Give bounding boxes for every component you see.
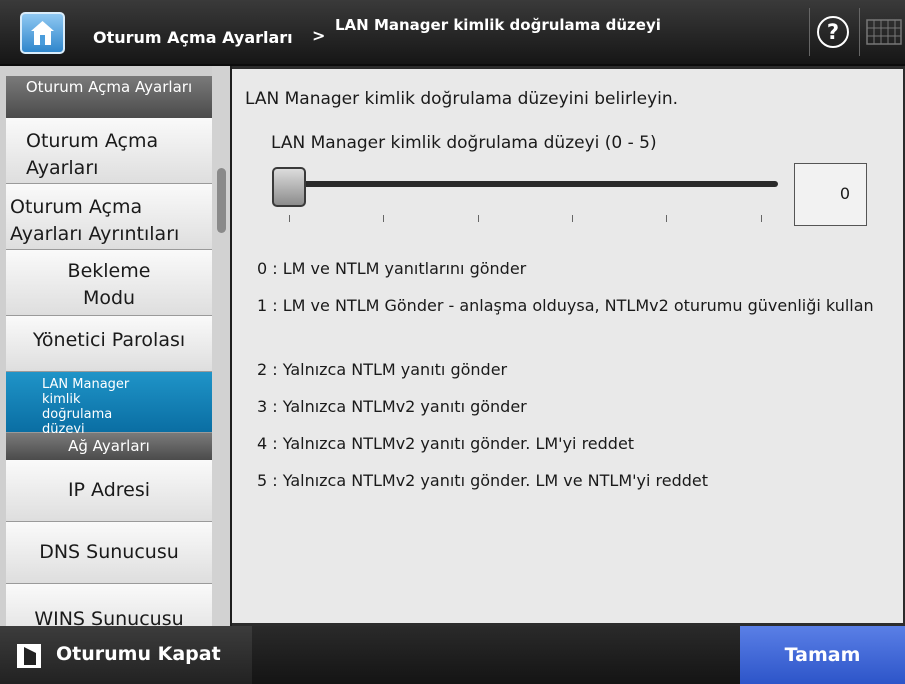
sidebar-item-logon-settings[interactable]: Oturum Açma Ayarları: [6, 118, 212, 184]
sidebar-item-label: IP Adresi: [67, 479, 151, 501]
help-button[interactable]: ?: [817, 16, 849, 48]
logout-button[interactable]: Oturumu Kapat: [0, 626, 252, 684]
header-bar: Oturum Açma Ayarları > LAN Manager kimli…: [0, 0, 905, 66]
sidebar-item-label: LAN Manager kimlik doğrulama düzeyi: [42, 377, 130, 437]
page-title: LAN Manager kimlik doğrulama düzeyi: [335, 16, 661, 34]
level-slider-thumb[interactable]: [272, 167, 306, 207]
option-level-0: 0 : LM ve NTLM yanıtlarını gönder: [257, 259, 527, 278]
breadcrumb-parent[interactable]: Oturum Açma Ayarları: [93, 28, 293, 47]
sidebar-item-dns-server[interactable]: DNS Sunucusu: [6, 522, 212, 584]
keyboard-icon[interactable]: [866, 19, 902, 45]
level-value-field[interactable]: 0: [794, 163, 867, 226]
logout-label: Oturumu Kapat: [56, 643, 221, 665]
sidebar-item-standby-mode[interactable]: Bekleme Modu: [6, 250, 212, 316]
settings-sidebar: Oturum Açma Ayarları Oturum Açma Ayarlar…: [0, 66, 230, 626]
option-level-4: 4 : Yalnızca NTLMv2 yanıtı gönder. LM'yi…: [257, 434, 635, 453]
sidebar-item-label: Bekleme Modu: [67, 260, 151, 309]
logout-icon: [17, 644, 41, 668]
sidebar-item-lan-manager[interactable]: LAN Manager kimlik doğrulama düzeyi: [6, 372, 212, 437]
sidebar-item-wins-server[interactable]: WINS Sunucusu: [6, 584, 212, 626]
header-divider: [859, 8, 860, 56]
header-divider: [809, 8, 810, 56]
sidebar-group-logon: Oturum Açma Ayarları: [6, 76, 212, 118]
option-level-5: 5 : Yalnızca NTLMv2 yanıtı gönder. LM ve…: [257, 471, 709, 490]
sidebar-group-network: Ağ Ayarları: [6, 433, 212, 460]
option-level-3: 3 : Yalnızca NTLMv2 yanıtı gönder: [257, 397, 527, 416]
footer-bar: Oturumu Kapat Tamam: [0, 626, 905, 684]
slider-tick: [478, 215, 479, 222]
sidebar-item-label: Oturum Açma Ayarları: [26, 130, 159, 179]
sidebar-item-admin-password[interactable]: Yönetici Parolası: [6, 316, 212, 372]
sidebar-item-label: DNS Sunucusu: [39, 541, 179, 563]
sidebar-item-label: WINS Sunucusu: [34, 608, 184, 626]
help-icon: ?: [826, 20, 840, 44]
breadcrumb-separator: >: [312, 26, 326, 45]
settings-content: LAN Manager kimlik doğrulama düzeyini be…: [232, 69, 903, 623]
sidebar-item-label: Yönetici Parolası: [32, 329, 186, 351]
option-level-2: 2 : Yalnızca NTLM yanıtı gönder: [257, 360, 508, 379]
sidebar-scrollbar[interactable]: [217, 168, 226, 233]
slider-tick: [572, 215, 573, 222]
main-panel: LAN Manager kimlik doğrulama düzeyini be…: [232, 66, 905, 626]
slider-tick: [666, 215, 667, 222]
slider-tick: [383, 215, 384, 222]
ok-button[interactable]: Tamam: [740, 626, 905, 684]
option-level-1: 1 : LM ve NTLM Gönder - anlaşma olduysa,…: [257, 296, 874, 315]
sidebar-item-label: Oturum Açma Ayarları Ayrıntıları: [10, 196, 180, 245]
sidebar-item-logon-details[interactable]: Oturum Açma Ayarları Ayrıntıları: [6, 184, 212, 250]
home-button[interactable]: [20, 12, 65, 54]
instruction-text: LAN Manager kimlik doğrulama düzeyini be…: [245, 89, 679, 109]
sidebar-item-ip-address[interactable]: IP Adresi: [6, 460, 212, 522]
slider-tick: [289, 215, 290, 222]
slider-label: LAN Manager kimlik doğrulama düzeyi (0 -…: [271, 133, 657, 153]
level-slider-track[interactable]: [288, 181, 778, 187]
sidebar-scroll-track[interactable]: [212, 66, 230, 626]
slider-tick: [761, 215, 762, 222]
home-icon: [31, 21, 54, 45]
